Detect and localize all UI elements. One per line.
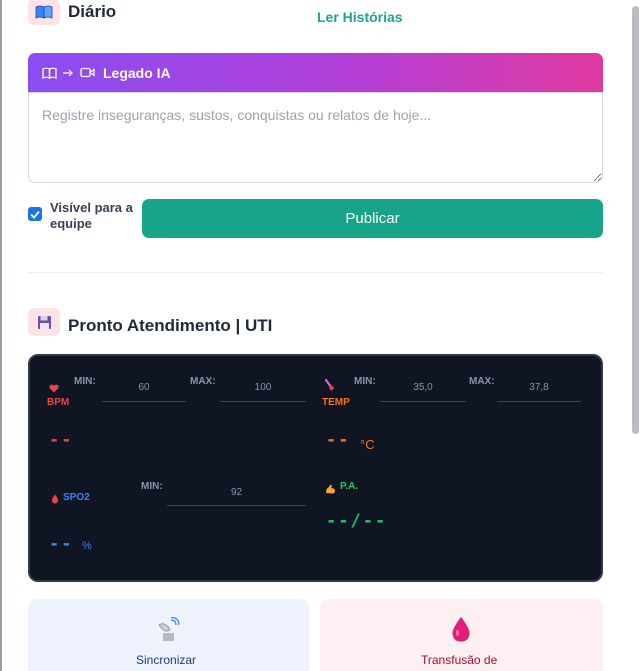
temp-max-input[interactable]: 37,8: [497, 382, 581, 393]
temp-unit: °C: [360, 437, 375, 452]
spo2-min-label: MIN:: [141, 481, 163, 492]
video-camera-icon: [80, 67, 95, 78]
temp-min-underline: [380, 401, 466, 402]
bpm-min-input[interactable]: 60: [102, 382, 186, 393]
arrow-right-icon: [63, 68, 74, 78]
spo2-label: SPO2: [63, 492, 90, 503]
book-icon: [42, 67, 57, 79]
thermometer-icon: [324, 378, 334, 396]
blood-drop-icon: [51, 491, 59, 509]
read-stories-link[interactable]: Ler Histórias: [317, 9, 403, 25]
temp-min-label: MIN:: [354, 376, 376, 387]
temp-label: TEMP: [322, 397, 350, 408]
diary-entry-input[interactable]: [28, 92, 603, 183]
publish-button[interactable]: Publicar: [142, 199, 603, 238]
vitals-monitor: BPM MIN: 60 MAX: 100 -- TEMP MIN: 35,0 M…: [28, 354, 603, 582]
visible-to-team-label[interactable]: Visível para a equipe: [50, 200, 140, 232]
bpm-min-label: MIN:: [74, 376, 96, 387]
bpm-max-label: MAX:: [190, 376, 216, 387]
temp-value: --: [326, 430, 351, 450]
spo2-min-input[interactable]: 92: [167, 487, 306, 498]
emergency-icu-title: Pronto Atendimento | UTI: [68, 316, 273, 335]
heart-icon: [49, 380, 59, 398]
open-book-icon: [28, 0, 60, 25]
pa-label: P.A.: [340, 481, 359, 492]
temp-max-underline: [497, 401, 581, 402]
bpm-label: BPM: [47, 397, 70, 408]
diary-title: Diário: [68, 2, 117, 21]
visible-to-team-checkbox[interactable]: [28, 207, 42, 221]
blood-drop-icon: [451, 616, 471, 648]
sync-label[interactable]: Sincronizar: [136, 653, 196, 667]
temp-min-input[interactable]: 35,0: [380, 382, 466, 393]
spo2-min-underline: [167, 505, 306, 506]
bpm-max-underline: [220, 401, 306, 402]
temp-max-label: MAX:: [469, 376, 495, 387]
bpm-value: --: [49, 430, 74, 450]
transfusion-label[interactable]: Transfusão de: [421, 653, 497, 667]
flexed-arm-icon: [325, 481, 336, 499]
window-left-border: [0, 0, 2, 671]
spo2-value: --: [49, 534, 74, 554]
section-divider: [28, 272, 603, 273]
scrollbar-thumb[interactable]: [632, 6, 639, 434]
bpm-max-input[interactable]: 100: [220, 382, 306, 393]
pa-value: --/--: [326, 511, 388, 531]
spo2-unit: %: [82, 540, 92, 552]
bpm-min-underline: [102, 401, 186, 402]
floppy-disk-icon: [28, 308, 60, 336]
satellite-dish-icon: [156, 616, 180, 648]
legado-ia-button[interactable]: Legado IA: [28, 53, 603, 92]
legado-ia-label: Legado IA: [103, 64, 171, 81]
scrollbar[interactable]: [628, 0, 642, 671]
